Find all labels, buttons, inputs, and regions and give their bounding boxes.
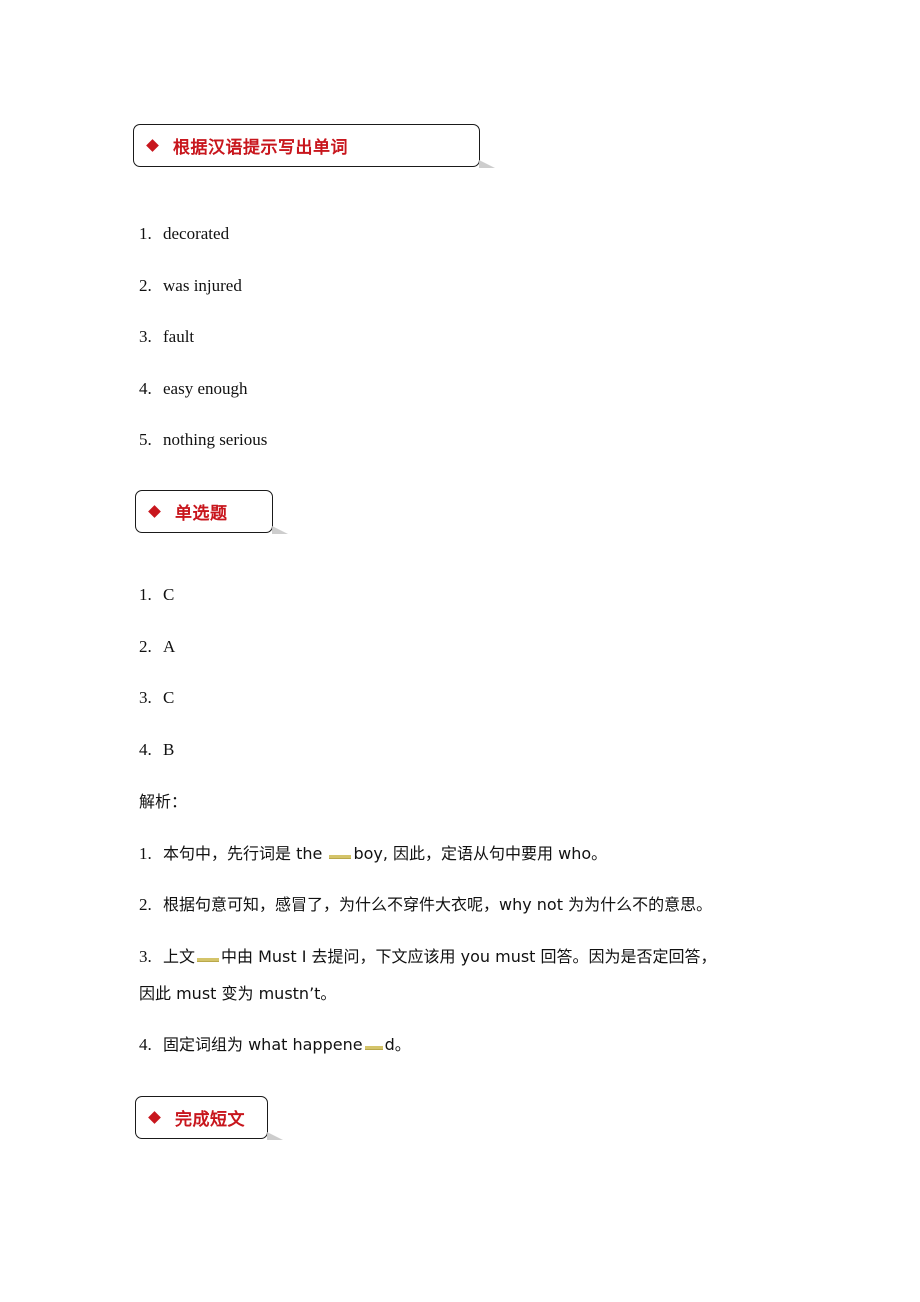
- section-title: 单选题: [175, 504, 228, 524]
- header-shadow: [267, 1132, 283, 1140]
- choice-answer-item: 4. B: [139, 740, 175, 759]
- section-header-vocabulary: 根据汉语提示写出单词: [133, 124, 495, 168]
- diamond-bullet-icon: [146, 139, 159, 152]
- analysis-item: 1. 本句中，先行词是 the boy, 因此，定语从句中要用 who。: [139, 844, 608, 863]
- diamond-bullet-icon: [148, 505, 161, 518]
- section-title: 完成短文: [175, 1110, 245, 1130]
- choice-answer-item: 3. C: [139, 688, 175, 707]
- analysis-label: 解析：: [139, 792, 188, 811]
- choice-answer-item: 1. C: [139, 585, 175, 604]
- section-header-cloze: 完成短文: [135, 1096, 283, 1140]
- vocab-answer-item: 3. fault: [139, 327, 195, 346]
- analysis-item: 3. 上文 中由 Must I 去提问，下文应该用 you must 回答。因为是否…: [139, 947, 717, 966]
- analysis-item-continuation: 因此 must 变为 mustn’t。: [139, 984, 337, 1003]
- analysis-item: 4. 固定词组为 what happene d。: [139, 1035, 411, 1054]
- vocab-answer-item: 2. was injured: [139, 276, 242, 295]
- diamond-bullet-icon: [148, 1111, 161, 1124]
- section-header-multiple-choice: 单选题: [135, 490, 288, 534]
- vocab-answer-item: 4. easy enough: [139, 379, 248, 398]
- header-shadow: [479, 160, 495, 168]
- section-title: 根据汉语提示写出单词: [173, 138, 348, 158]
- blank-highlight: [364, 1046, 383, 1050]
- header-shadow: [272, 526, 288, 534]
- blank-highlight: [329, 855, 352, 859]
- vocab-answer-item: 1. decorated: [139, 224, 230, 243]
- analysis-item: 2. 根据句意可知，感冒了，为什么不穿件大衣呢，why not 为为什么不的意思。: [139, 895, 713, 914]
- choice-answer-item: 2. A: [139, 637, 176, 656]
- vocab-answer-item: 5. nothing serious: [139, 430, 268, 449]
- blank-highlight: [197, 958, 220, 962]
